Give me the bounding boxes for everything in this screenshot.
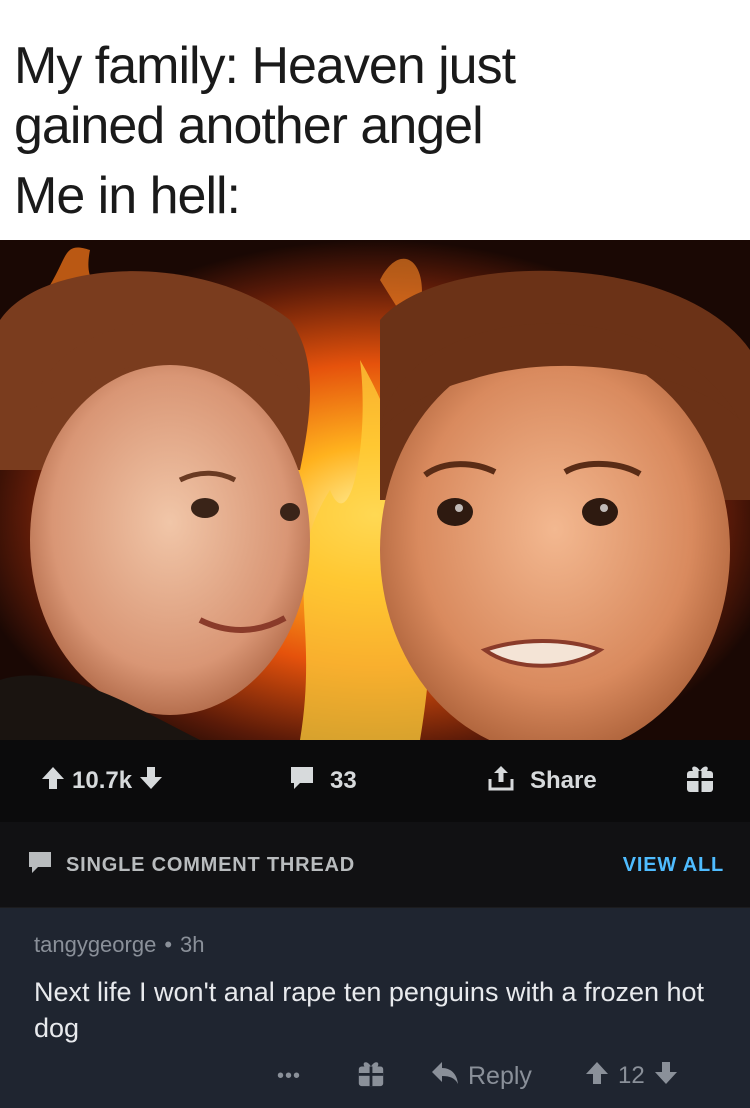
meme-image[interactable] [0, 240, 750, 740]
comment-meta: tangygeorge • 3h [34, 932, 205, 958]
downvote-arrow-icon[interactable] [653, 1060, 679, 1093]
comment-score: 12 [618, 1062, 645, 1089]
comment-vote-group: 12 [584, 1056, 679, 1096]
caption-line: My family: Heaven just [14, 37, 516, 95]
thread-label-text: SINGLE COMMENT THREAD [66, 853, 356, 876]
comment-bubble-icon [288, 764, 316, 799]
meme-caption: My family: Heaven just gained another an… [0, 0, 750, 240]
comment-age: 3h [180, 932, 205, 957]
single-comment-thread-bar: SINGLE COMMENT THREAD VIEW ALL [0, 822, 750, 908]
meta-separator: • [164, 932, 173, 957]
post-score: 10.7k [72, 767, 133, 794]
comment-body: Next life I won't anal rape ten penguins… [34, 977, 705, 1043]
comment-actions: ••• Reply 12 [0, 1056, 750, 1096]
reply-arrow-icon [430, 1060, 460, 1093]
vote-group: 10.7k [40, 740, 164, 822]
gift-button[interactable] [684, 740, 716, 822]
gift-icon [356, 1058, 386, 1095]
post-action-bar: 10.7k 33 Share [0, 740, 750, 822]
meme-photo [0, 240, 750, 740]
share-icon [486, 763, 516, 800]
gift-icon [684, 762, 716, 801]
reply-button[interactable]: Reply [430, 1056, 532, 1096]
comment-author[interactable]: tangygeorge [34, 932, 156, 957]
caption-line: Me in hell: [14, 167, 241, 225]
reply-label: Reply [468, 1061, 532, 1090]
view-all-link[interactable]: VIEW ALL [623, 822, 724, 908]
caption-line: gained another angel [14, 97, 484, 155]
thread-label: SINGLE COMMENT THREAD [26, 822, 355, 908]
upvote-arrow-icon[interactable] [584, 1060, 610, 1093]
share-button[interactable]: Share [486, 740, 597, 822]
comment-count: 33 [330, 767, 357, 794]
upvote-arrow-icon[interactable] [40, 765, 66, 798]
more-options-button[interactable]: ••• [277, 1056, 301, 1096]
comments-button[interactable]: 33 [288, 740, 357, 822]
right-face [380, 270, 750, 740]
downvote-arrow-icon[interactable] [138, 765, 164, 798]
comment-gift-button[interactable] [356, 1056, 386, 1096]
comment-bubble-icon [26, 848, 54, 882]
comment: tangygeorge • 3h Next life I won't anal ra… [0, 908, 750, 1108]
share-label: Share [530, 767, 597, 794]
